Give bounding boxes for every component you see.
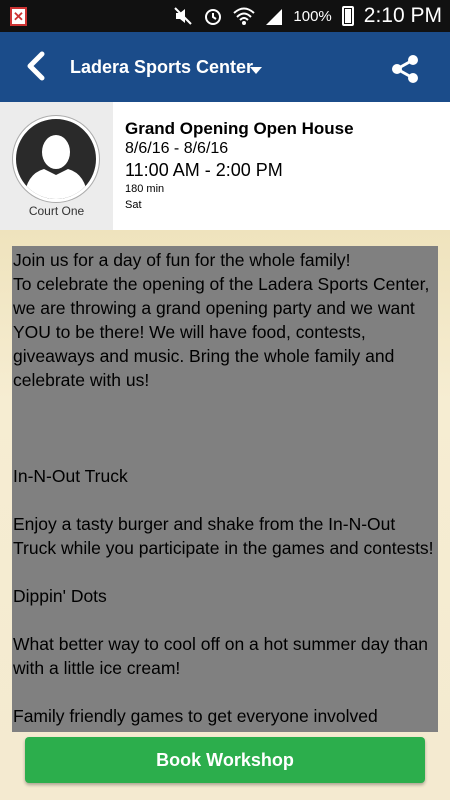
notification-icon: ✕ (10, 7, 27, 26)
app-bar: Ladera Sports Center (0, 32, 450, 102)
event-description[interactable]: Join us for a day of fun for the whole f… (12, 246, 438, 732)
back-arrow-icon (27, 51, 45, 81)
back-button[interactable] (18, 46, 58, 86)
battery-percent: 100% (293, 7, 332, 25)
chevron-down-icon[interactable] (249, 66, 263, 76)
book-workshop-button[interactable]: Book Workshop (25, 737, 425, 783)
event-title: Grand Opening Open House (125, 119, 354, 138)
event-time: 11:00 AM - 2:00 PM (125, 160, 283, 180)
court-label: Court One (28, 204, 85, 218)
battery-icon (341, 6, 354, 26)
signal-icon (266, 9, 283, 25)
wifi-icon (233, 7, 256, 25)
alarm-icon (205, 9, 222, 25)
event-duration: 180 min (125, 183, 165, 195)
avatar (13, 116, 99, 202)
mute-icon (174, 7, 193, 25)
event-header: Court One Grand Opening Open House 8/6/1… (0, 102, 450, 230)
location-title[interactable]: Ladera Sports Center (70, 57, 253, 78)
event-dates: 8/6/16 - 8/6/16 (125, 140, 229, 157)
status-icons: 100% 2:10 PM (173, 0, 442, 32)
share-icon (392, 55, 418, 83)
court-panel: Court One (0, 102, 113, 230)
clock: 2:10 PM (363, 4, 442, 27)
share-button[interactable] (388, 52, 422, 86)
event-day: Sat (125, 199, 142, 211)
status-bar: ✕ 100% 2:10 PM (0, 0, 450, 32)
person-silhouette-icon (24, 135, 88, 199)
